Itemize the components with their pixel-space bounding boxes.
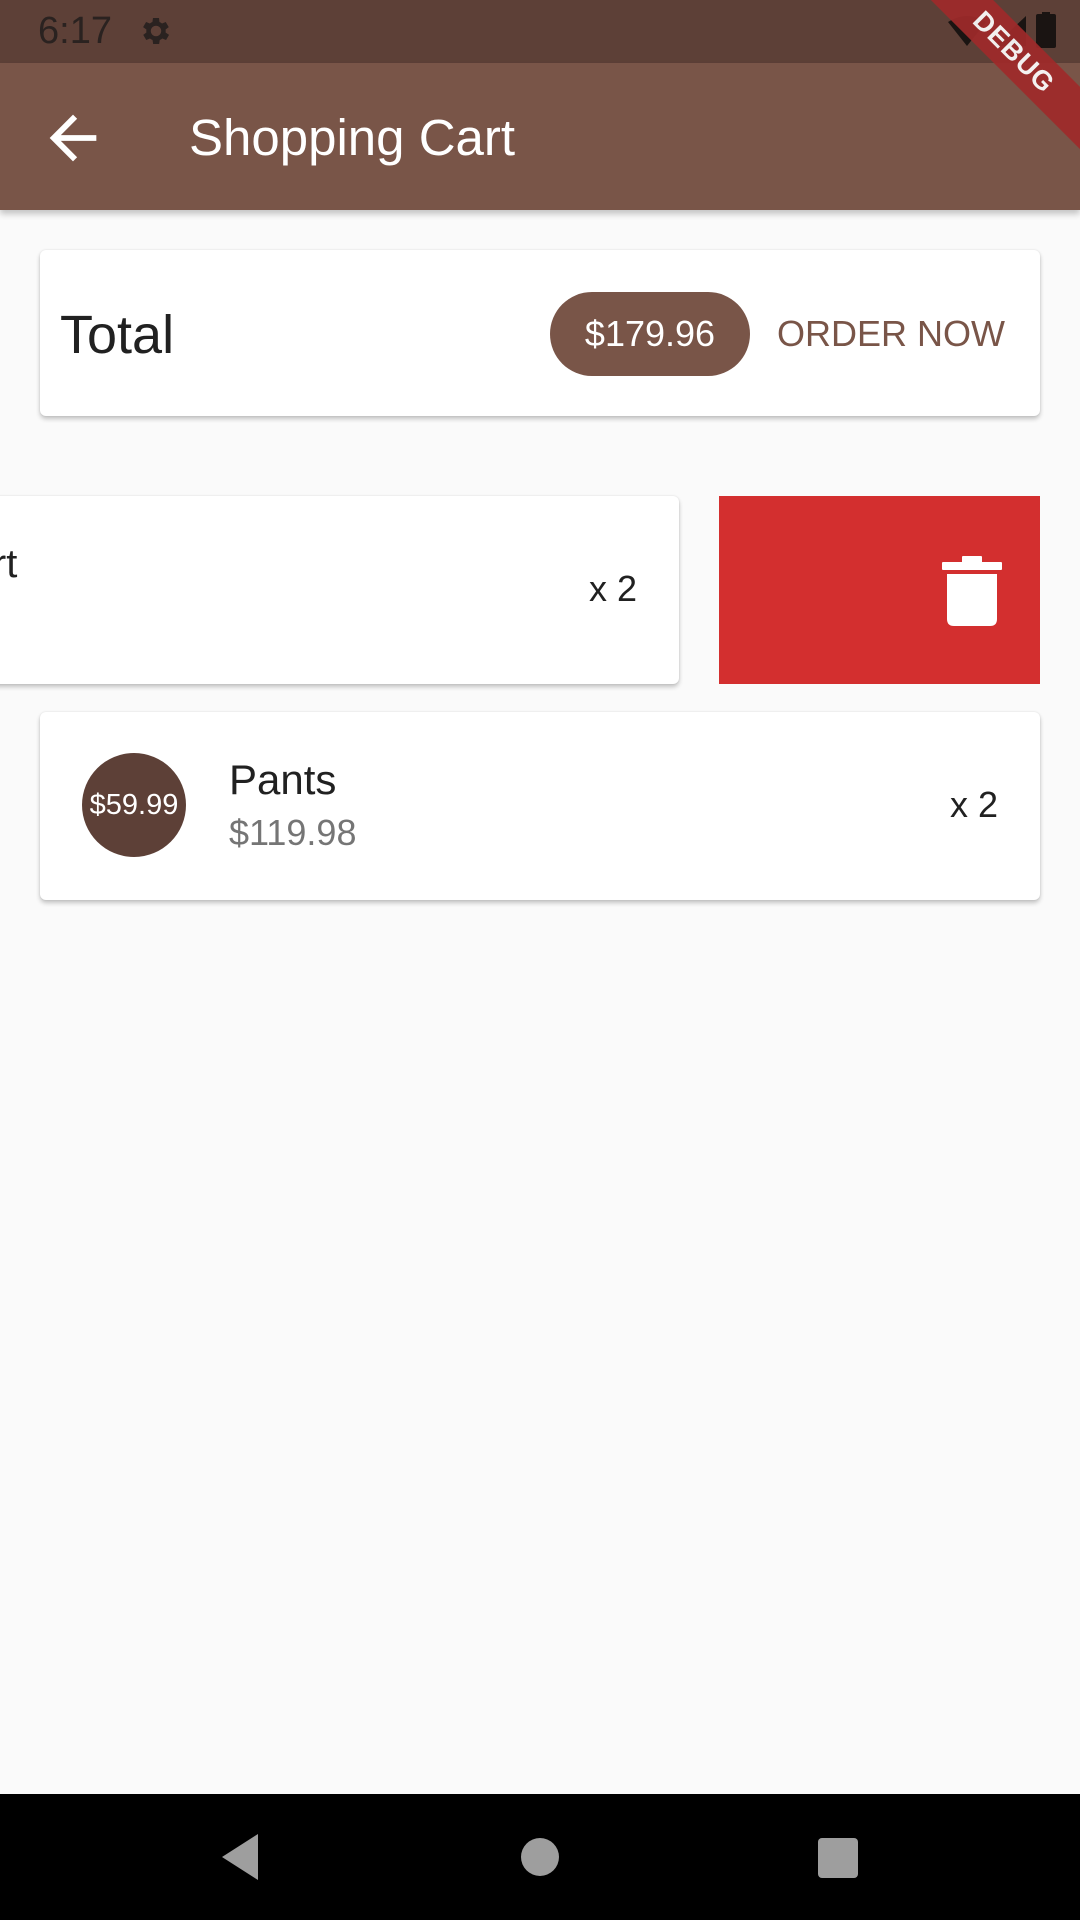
trash-icon — [942, 556, 1002, 626]
app-bar: Shopping Cart — [0, 63, 1080, 210]
total-amount-chip: $179.96 — [550, 292, 750, 376]
status-bar: 6:17 — [0, 0, 1080, 63]
cart-item-title: Pants — [229, 756, 337, 803]
cart-item-quantity: x 2 — [588, 568, 637, 609]
cart-item-card[interactable]: irt x 2 — [0, 496, 679, 684]
total-label: Total — [60, 305, 175, 365]
nav-home-icon[interactable] — [521, 1838, 559, 1876]
cart-item-quantity: x 2 — [949, 784, 998, 825]
price-avatar: $59.99 — [82, 753, 186, 857]
nav-back-icon[interactable] — [218, 1832, 262, 1882]
gear-icon — [143, 17, 170, 45]
system-nav-bar — [0, 1794, 1080, 1920]
nav-recents-icon[interactable] — [818, 1838, 858, 1878]
page-title: Shopping Cart — [189, 109, 516, 166]
cart-item-title: irt — [0, 542, 18, 586]
cart-item-card[interactable]: $59.99 Pants $119.98 x 2 — [40, 712, 1040, 900]
cart-item-subtotal: $119.98 — [229, 812, 357, 853]
delete-swipe-background[interactable] — [719, 496, 1040, 684]
status-time: 6:17 — [38, 10, 112, 52]
cart-summary-card: Total $179.96 ORDER NOW — [40, 250, 1040, 416]
order-now-button[interactable]: ORDER NOW — [762, 292, 1020, 376]
battery-icon — [1036, 14, 1056, 48]
arrow-back-icon[interactable] — [38, 103, 108, 173]
